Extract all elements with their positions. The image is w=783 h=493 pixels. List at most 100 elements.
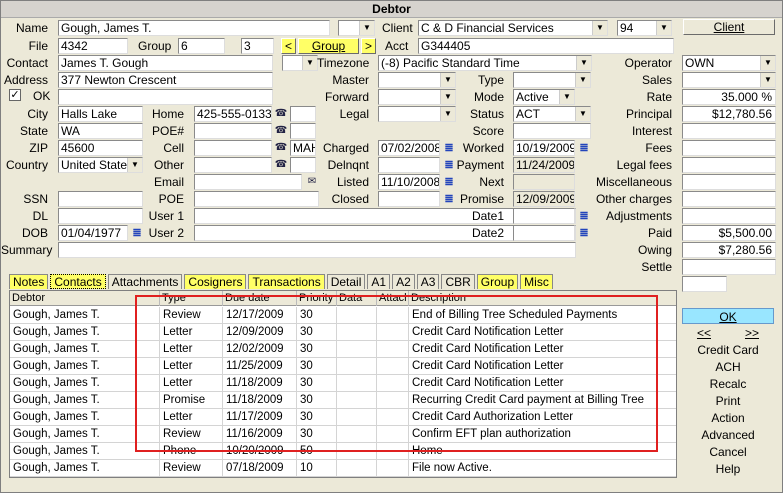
legal-fees-field[interactable] [682,157,776,173]
next-record-button[interactable]: >> [730,325,774,341]
action-button[interactable]: Action [682,410,774,426]
master-select[interactable]: ▼ [378,72,456,88]
adjustments-field[interactable] [682,208,776,224]
col-priority[interactable]: Priority [297,291,337,306]
worked-field[interactable]: 10/19/2009 [513,140,575,156]
ach-button[interactable]: ACH [682,359,774,375]
address-line2-field[interactable] [58,89,273,105]
status-select[interactable]: ACT ▼ [513,106,591,122]
sales-select[interactable]: ▼ [682,72,776,88]
poe-phone-field[interactable] [194,123,272,139]
date1-field[interactable] [513,208,575,224]
table-row[interactable]: Gough, James T. Phone 10/20/2009 50 Home [10,443,676,460]
forward-select[interactable]: ▼ [378,89,456,105]
country-select[interactable]: United States ▼ [58,157,143,173]
owing-field[interactable]: $7,280.56 [682,242,776,258]
tab-attachments[interactable]: Attachments [107,274,183,289]
other-charges-field[interactable] [682,191,776,207]
paid-field[interactable]: $5,500.00 [682,225,776,241]
help-button[interactable]: Help [682,461,774,477]
table-row[interactable]: Gough, James T. Letter 11/18/2009 30 Credit … [10,375,676,392]
table-row[interactable]: Gough, James T. Review 12/17/2009 30 End of … [10,307,676,324]
tab-misc[interactable]: Misc [520,274,553,289]
tab-group[interactable]: Group [476,274,519,289]
calendar-icon[interactable]: ≣ [130,227,144,239]
legal-select[interactable]: ▼ [378,106,456,122]
col-debtor[interactable]: Debtor [10,291,160,306]
table-row[interactable]: Gough, James T. Promise 11/18/2009 30 Recurr… [10,392,676,409]
calendar-icon[interactable]: ≣ [442,142,456,154]
date2-field[interactable] [513,225,575,241]
table-row[interactable]: Gough, James T. Review 07/18/2009 10 File no… [10,460,676,477]
phone-icon[interactable]: ☎ [274,142,288,154]
tab-a3[interactable]: A3 [416,274,440,289]
home-phone-code[interactable] [290,106,316,122]
charged-field[interactable]: 07/02/2008 [378,140,440,156]
delnqnt-field[interactable] [378,157,440,173]
col-attach[interactable]: Attach [377,291,409,306]
group-button[interactable]: Group [298,38,359,54]
contact-type-select[interactable]: ▼ [282,55,318,71]
address-line1-field[interactable]: 377 Newton Crescent [58,72,273,88]
dob-field[interactable]: 01/04/1977 [58,225,128,241]
tab-a1[interactable]: A1 [367,274,391,289]
col-due-date[interactable]: Due date [223,291,297,306]
file-field[interactable]: 4342 [58,38,128,54]
email-field[interactable] [194,174,302,190]
other-phone-code[interactable] [290,157,316,173]
cancel-button[interactable]: Cancel [682,444,774,460]
city-field[interactable]: Halls Lake [58,106,143,122]
group-field-2[interactable]: 3 [241,38,274,54]
table-row[interactable]: Gough, James T. Letter 12/02/2009 30 Credit … [10,341,676,358]
summary-field[interactable] [58,242,576,258]
ok-button[interactable]: OK [682,308,774,324]
table-row[interactable]: Gough, James T. Review 11/16/2009 30 Confirm… [10,426,676,443]
phone-icon[interactable]: ☎ [274,159,288,171]
principal-field[interactable]: $12,780.56 [682,106,776,122]
credit-card-button[interactable]: Credit Card [682,342,774,358]
table-row[interactable]: Gough, James T. Letter 12/09/2009 30 Credit … [10,324,676,341]
phone-icon[interactable]: ☎ [274,125,288,137]
score-field[interactable] [513,123,591,139]
settle-field[interactable] [682,259,776,275]
group-field-1[interactable]: 6 [178,38,225,54]
extra-field[interactable] [682,276,727,292]
acct-field[interactable]: G344405 [418,38,674,54]
phone-icon[interactable]: ☎ [274,108,288,120]
rate-field[interactable]: 35.000 % [682,89,776,105]
cell-phone-code[interactable]: MAH [290,140,316,156]
calendar-icon[interactable]: ≣ [577,227,591,239]
interest-field[interactable] [682,123,776,139]
operator-select[interactable]: OWN ▼ [682,55,776,71]
table-row[interactable]: Gough, James T. Letter 11/17/2009 30 Credit … [10,409,676,426]
poe-field[interactable] [194,191,319,207]
group-next-button[interactable]: > [361,38,376,54]
misc-field[interactable] [682,174,776,190]
type-select[interactable]: ▼ [513,72,591,88]
recalc-button[interactable]: Recalc [682,376,774,392]
home-phone-field[interactable]: 425-555-0133 [194,106,272,122]
group-prev-button[interactable]: < [281,38,296,54]
calendar-icon[interactable]: ≣ [442,193,456,205]
other-phone-field[interactable] [194,157,272,173]
client-select[interactable]: C & D Financial Services ▼ [418,20,608,36]
contact-field[interactable]: James T. Gough [58,55,273,71]
cell-phone-field[interactable] [194,140,272,156]
prev-record-button[interactable]: << [682,325,726,341]
calendar-icon[interactable]: ≣ [577,142,591,154]
tab-cosigners[interactable]: Cosigners [184,274,247,289]
calendar-icon[interactable]: ≣ [442,176,456,188]
tab-a2[interactable]: A2 [392,274,415,289]
tab-contacts[interactable]: Contacts [50,274,106,289]
ok-checkbox[interactable]: ✓ [9,89,21,101]
col-data[interactable]: Data [337,291,377,306]
state-field[interactable]: WA [58,123,143,139]
timezone-select[interactable]: (-8) Pacific Standard Time ▼ [378,55,592,71]
ssn-field[interactable] [58,191,143,207]
advanced-button[interactable]: Advanced [682,427,774,443]
poe-phone-code[interactable] [290,123,316,139]
client-code-select[interactable]: 94 ▼ [617,20,672,36]
col-type[interactable]: Type [160,291,223,306]
tab-notes[interactable]: Notes [9,274,49,289]
print-button[interactable]: Print [682,393,774,409]
